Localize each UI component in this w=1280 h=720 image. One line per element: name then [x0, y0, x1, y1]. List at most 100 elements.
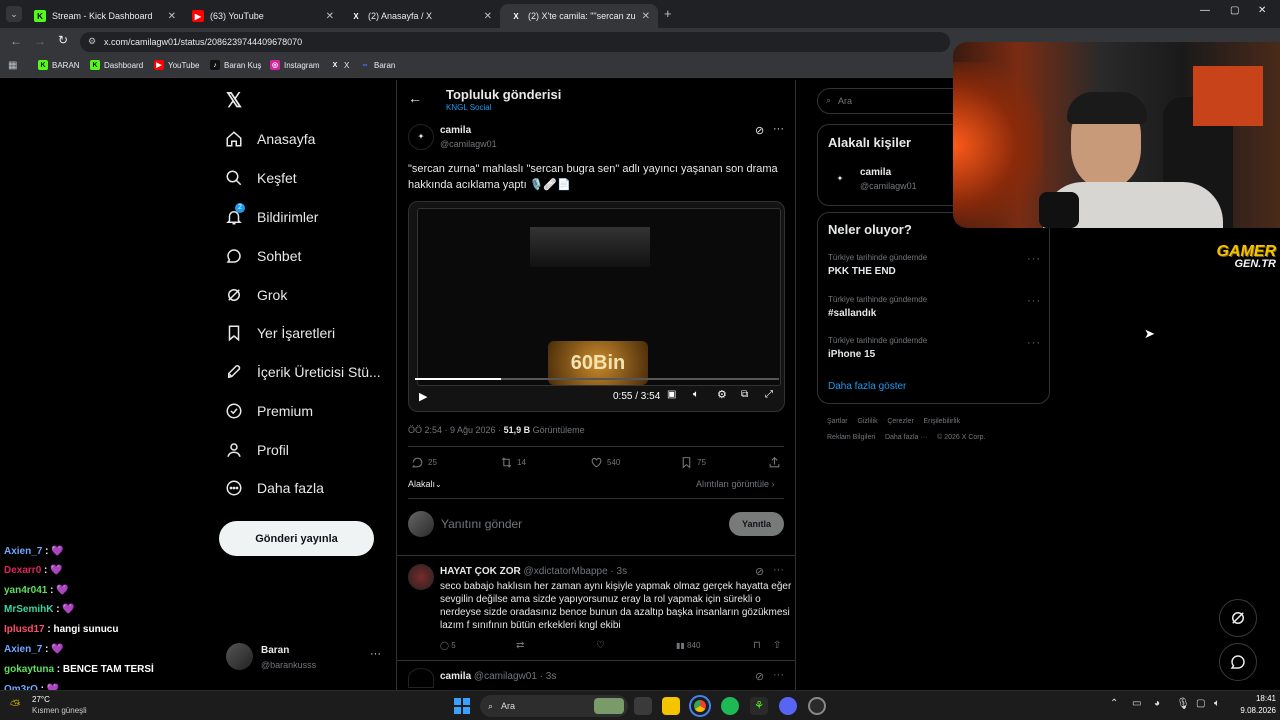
task-view-icon[interactable] [634, 697, 652, 715]
nav-more[interactable]: Daha fazla [225, 471, 324, 505]
close-icon[interactable]: ✕ [168, 11, 176, 22]
weather-text[interactable]: Kısmen güneşli [32, 706, 87, 715]
bookmark-dashboard[interactable]: K Dashboard [90, 60, 143, 70]
weather-temp[interactable]: 27°C [32, 695, 50, 704]
bookmark-x[interactable]: XX [330, 60, 350, 70]
reply-bookmark-button[interactable]: ⊓ [753, 640, 761, 651]
account-switcher[interactable]: Baran @barankusss ··· [226, 640, 386, 676]
reply-share-button[interactable]: ⇧ [773, 640, 781, 651]
person-handle[interactable]: @camilagw01 [860, 181, 917, 191]
microphone-icon[interactable]: 🎙︎ [1176, 697, 1190, 710]
play-icon[interactable]: ▶ [419, 390, 427, 403]
share-button[interactable] [768, 456, 781, 469]
bookmark-button[interactable]: 75 [680, 456, 706, 469]
footer-link-terms[interactable]: Şartlar [827, 418, 848, 425]
sort-dropdown[interactable]: Alakalı⌄ [408, 479, 442, 489]
captions-icon[interactable]: ▣ [667, 389, 676, 400]
post-button[interactable]: Gönderi yayınla [219, 521, 374, 556]
author-name[interactable]: camila [440, 125, 471, 136]
bookmark-youtube[interactable]: ▶ YouTube [154, 60, 199, 70]
apps-grid-icon[interactable]: ▦ [8, 60, 17, 71]
more-icon[interactable]: ··· [773, 669, 784, 681]
nav-notifications[interactable]: Bildirimler 2 [225, 200, 318, 234]
avatar[interactable]: ✦ [828, 167, 852, 191]
trend-item[interactable]: PKK THE END [828, 266, 896, 277]
video-player[interactable]: 60Bin ▶ 0:55 / 3:54 ▣ 🔈︎ ⚙ ⧉ ⤢ [408, 201, 785, 412]
footer-link-cookies[interactable]: Çerezler [887, 418, 913, 425]
x-logo-icon[interactable]: 𝕏 [226, 88, 242, 113]
volume-icon[interactable]: 🔈︎ [693, 389, 699, 400]
view-quotes-link[interactable]: Alıntıları görüntüle › [696, 479, 775, 489]
trend-item[interactable]: iPhone 15 [828, 349, 875, 360]
fullscreen-icon[interactable]: ⤢ [765, 389, 773, 400]
new-tab-button[interactable]: + [664, 6, 672, 21]
video-progress-track[interactable] [415, 378, 779, 380]
discord-icon[interactable] [779, 697, 797, 715]
nav-explore[interactable]: Keşfet [225, 161, 297, 195]
more-icon[interactable]: ··· [1027, 337, 1041, 349]
app-icon[interactable] [808, 697, 826, 715]
grok-floating-button[interactable] [1219, 599, 1257, 637]
reply-author-name[interactable]: HAYAT ÇOK ZOR [440, 566, 521, 577]
tray-app-icon[interactable]: ▭ [1132, 698, 1141, 709]
show-more-link[interactable]: Daha fazla göster [828, 381, 906, 392]
reply-reply-button[interactable]: ◯ 5 [440, 641, 456, 650]
person-name[interactable]: camila [860, 167, 891, 178]
app-icon[interactable]: ⚘ [750, 697, 768, 715]
tray-overflow-icon[interactable]: ⌃ [1110, 698, 1118, 709]
tab-search-button[interactable]: ⌄ [6, 6, 22, 22]
taskbar-search[interactable]: ⌕ Ara [480, 695, 628, 717]
discord-tray-icon[interactable]: ◕ [1154, 698, 1160, 709]
nav-premium[interactable]: Premium [225, 394, 313, 428]
footer-link-more[interactable]: Daha fazla ··· [885, 434, 927, 441]
nav-messages[interactable]: Sohbet [225, 239, 301, 273]
bookmark-tiktok[interactable]: ♪ Baran Kuş [210, 60, 261, 70]
close-icon[interactable]: ✕ [326, 11, 334, 22]
reply-views[interactable]: ▮▮ 840 [676, 641, 700, 650]
grok-icon[interactable]: ⊘ [755, 565, 764, 578]
windows-start-icon[interactable] [454, 698, 470, 714]
back-icon[interactable]: ← [10, 34, 22, 48]
maximize-icon[interactable]: ▢ [1230, 5, 1239, 16]
more-icon[interactable]: ··· [773, 123, 784, 135]
grok-icon[interactable]: ⊘ [755, 124, 764, 137]
reply-button[interactable]: 25 [411, 456, 437, 469]
reply-repost-button[interactable]: ⇄ [516, 640, 524, 651]
browser-tab-x-post[interactable]: X (2) X'te camila: ""sercan zurna" ✕ [500, 4, 658, 28]
close-icon[interactable]: ✕ [642, 11, 650, 22]
community-link[interactable]: KNGL Social [446, 103, 492, 112]
spotify-icon[interactable] [721, 697, 739, 715]
nav-home[interactable]: Anasayfa [225, 122, 315, 156]
site-info-icon[interactable]: ⚙ [88, 36, 96, 47]
volume-icon[interactable]: 🔈︎ [1214, 698, 1220, 709]
reply-author-name[interactable]: camila [440, 671, 471, 682]
like-button[interactable]: 540 [590, 456, 620, 469]
reply-input[interactable]: Yanıtını gönder [441, 517, 711, 531]
minimize-icon[interactable]: — [1200, 5, 1210, 16]
nav-grok[interactable]: Grok [225, 278, 287, 312]
reply-author-handle[interactable]: @camilagw01 · 3s [474, 671, 556, 682]
forward-icon[interactable]: → [34, 34, 46, 48]
bookmark-baran-meta[interactable]: ∞ Baran [360, 60, 396, 70]
browser-tab-x-home[interactable]: X (2) Anasayfa / X ✕ [340, 4, 500, 28]
settings-icon[interactable]: ⚙ [717, 388, 727, 401]
reply-avatar[interactable] [408, 564, 434, 590]
messages-floating-button[interactable] [1219, 643, 1257, 681]
pip-icon[interactable]: ⧉ [741, 389, 748, 400]
reply-author-handle[interactable]: @xdictatorMbappe · 3s [524, 566, 628, 577]
clock-date[interactable]: 9.08.2026 [1224, 706, 1276, 715]
more-icon[interactable]: ··· [1027, 295, 1041, 307]
footer-link-ads[interactable]: Reklam Bilgileri [827, 434, 875, 441]
footer-link-privacy[interactable]: Gizlilik [857, 418, 877, 425]
author-avatar[interactable]: ✦ [408, 124, 434, 150]
grok-icon[interactable]: ⊘ [755, 670, 764, 683]
nav-creator-studio[interactable]: İçerik Üreticisi Stü... [225, 355, 381, 389]
more-icon[interactable]: ··· [773, 564, 784, 576]
reload-icon[interactable]: ↻ [58, 33, 68, 47]
nav-profile[interactable]: Profil [225, 433, 289, 467]
window-close-icon[interactable]: ✕ [1258, 5, 1266, 16]
nav-bookmarks[interactable]: Yer İşaretleri [225, 316, 335, 350]
reply-submit-button[interactable]: Yanıtla [729, 512, 784, 536]
repost-button[interactable]: 14 [500, 456, 526, 469]
chrome-icon[interactable] [689, 695, 711, 717]
